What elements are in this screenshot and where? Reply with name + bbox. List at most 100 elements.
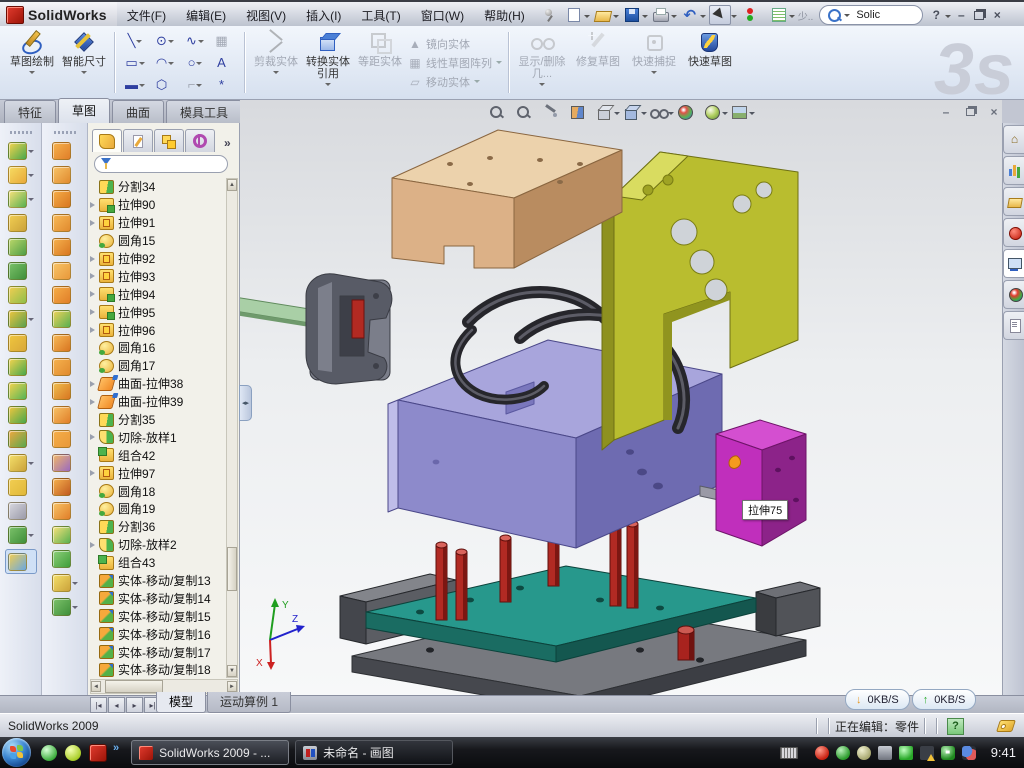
model-tab[interactable]: 运动算例 1 xyxy=(207,692,291,713)
doc-restore-button[interactable] xyxy=(962,104,978,119)
dropdown-caret-icon[interactable] xyxy=(29,71,35,77)
tree-item[interactable]: 分割34 xyxy=(90,178,228,196)
dropdown-caret-icon[interactable] xyxy=(28,318,34,324)
lofted-surface-icon[interactable] xyxy=(52,165,78,184)
new-file-icon[interactable] xyxy=(564,6,584,24)
dropdown-caret-icon[interactable] xyxy=(28,534,34,540)
previous-view-icon[interactable] xyxy=(542,104,566,121)
dropdown-caret-icon[interactable] xyxy=(28,198,34,204)
window-restore-button[interactable] xyxy=(970,7,988,23)
menu-item[interactable]: 插入(I) xyxy=(296,4,351,27)
scroll-thumb[interactable] xyxy=(105,680,163,693)
help-button[interactable]: ? xyxy=(927,7,945,23)
dropdown-caret-icon[interactable] xyxy=(700,15,706,21)
tree-item[interactable]: 圆角16 xyxy=(90,339,228,357)
tree-item[interactable]: 实体-移动/复制13 xyxy=(90,572,228,590)
command-button[interactable]: 修复草图 xyxy=(570,26,626,99)
dropdown-caret-icon[interactable] xyxy=(196,62,202,68)
resources-icon[interactable] xyxy=(1003,156,1024,185)
dropdown-caret-icon[interactable] xyxy=(789,15,795,21)
toolbar-grip[interactable] xyxy=(10,131,32,134)
search-box[interactable] xyxy=(819,5,923,25)
dropdown-caret-icon[interactable] xyxy=(139,62,145,68)
tree-item[interactable]: 曲面-拉伸38 xyxy=(90,375,228,393)
dropdown-caret-icon[interactable] xyxy=(584,15,590,21)
tree-item[interactable]: 圆角17 xyxy=(90,357,228,375)
scroll-down-button[interactable]: ▼ xyxy=(227,665,237,677)
trim-surface-icon[interactable] xyxy=(52,357,78,376)
dropdown-caret-icon[interactable] xyxy=(749,112,755,118)
expand-arrow-icon[interactable] xyxy=(90,220,99,226)
tree-item[interactable]: 实体-移动/复制17 xyxy=(90,643,228,661)
window-minimize-button[interactable]: – xyxy=(952,7,970,23)
dropdown-caret-icon[interactable] xyxy=(325,83,331,89)
model-tab[interactable]: 模型 xyxy=(156,692,206,713)
dropdown-caret-icon[interactable] xyxy=(722,112,728,118)
sketch-tool-button[interactable]: ◠ xyxy=(150,52,180,74)
tree-item[interactable]: 拉伸91 xyxy=(90,214,228,232)
antivirus-icon[interactable] xyxy=(836,746,850,760)
side-block-extrude75[interactable] xyxy=(716,420,806,546)
sketch-tool-button[interactable]: ⌐ xyxy=(180,74,210,96)
clamp-unit[interactable] xyxy=(306,274,392,384)
reference-axis-icon[interactable] xyxy=(8,501,34,520)
linear-pattern-icon[interactable] xyxy=(8,309,34,328)
tree-item[interactable]: 分割35 xyxy=(90,411,228,429)
view-orientation-icon[interactable] xyxy=(596,104,620,121)
command-button[interactable]: 快速草图 xyxy=(682,26,738,99)
expand-arrow-icon[interactable] xyxy=(90,202,99,208)
toolbox-icon[interactable] xyxy=(1003,218,1024,247)
toolbar-grip[interactable] xyxy=(54,131,76,134)
dropdown-caret-icon[interactable] xyxy=(72,606,78,612)
tree-item[interactable]: 拉伸95 xyxy=(90,303,228,321)
tree-item[interactable]: 拉伸96 xyxy=(90,321,228,339)
delete-face-icon[interactable] xyxy=(52,477,78,496)
ruled-surface-icon[interactable] xyxy=(52,309,78,328)
menu-item[interactable]: 帮助(H) xyxy=(474,4,535,27)
menu-item[interactable]: 工具(T) xyxy=(351,4,410,27)
command-button[interactable]: ▲ 镜向实体 xyxy=(408,36,502,52)
tree-item[interactable]: 圆角18 xyxy=(90,482,228,500)
security-center-icon[interactable] xyxy=(815,746,829,760)
reference-point-icon[interactable] xyxy=(8,453,34,472)
tree-item[interactable]: 拉伸92 xyxy=(90,250,228,268)
extruded-cut-icon[interactable] xyxy=(8,141,34,160)
tree-item[interactable]: 组合43 xyxy=(90,554,228,572)
reference-point-icon[interactable] xyxy=(52,573,78,592)
configurationmanager-tab-icon[interactable] xyxy=(154,129,184,152)
knit-surface-icon[interactable] xyxy=(52,405,78,424)
next-tab-button[interactable]: ▸ xyxy=(126,697,143,713)
security-ball-icon[interactable] xyxy=(65,745,81,761)
command-button[interactable]: 转换实体引用 xyxy=(302,26,354,99)
doc-close-button[interactable]: × xyxy=(986,104,1002,119)
first-tab-button[interactable]: |◂ xyxy=(90,697,107,713)
freeform-icon[interactable] xyxy=(52,237,78,256)
dropdown-caret-icon[interactable] xyxy=(28,174,34,180)
untrim-surface-icon[interactable] xyxy=(52,381,78,400)
apply-scene-icon[interactable] xyxy=(704,104,728,121)
tree-vertical-scrollbar[interactable]: ▲ ▼ xyxy=(226,178,238,678)
dropdown-caret-icon[interactable] xyxy=(136,40,142,46)
menu-item[interactable]: 文件(F) xyxy=(117,4,176,27)
user-accounts-icon[interactable] xyxy=(962,746,976,760)
ribbon-tab[interactable]: 特征 xyxy=(4,100,56,123)
tree-item[interactable]: 切除-放样2 xyxy=(90,536,228,554)
sketch-tool-button[interactable]: ⬡ xyxy=(150,74,180,96)
dropdown-caret-icon[interactable] xyxy=(614,112,620,118)
command-button[interactable]: 草图绘制 xyxy=(6,26,58,99)
view-palette-icon[interactable] xyxy=(1003,249,1024,278)
dropdown-caret-icon[interactable] xyxy=(196,84,202,90)
zoom-to-area-icon[interactable] xyxy=(515,104,539,121)
offset-surface-icon[interactable] xyxy=(52,285,78,304)
command-button[interactable]: 剪裁实体 xyxy=(250,26,302,99)
sketch-tool-button[interactable]: ○ xyxy=(180,52,210,74)
top-clamp-plate[interactable] xyxy=(392,130,622,268)
dropdown-caret-icon[interactable] xyxy=(613,15,619,21)
expand-arrow-icon[interactable] xyxy=(90,256,99,262)
zoom-fit-icon[interactable] xyxy=(488,104,512,121)
expand-arrow-icon[interactable] xyxy=(90,273,99,279)
cut-with-surface-icon[interactable] xyxy=(52,453,78,472)
split-icon[interactable] xyxy=(8,357,34,376)
fillet-icon[interactable] xyxy=(8,189,34,208)
ribbon-tab[interactable]: 草图 xyxy=(58,98,110,123)
